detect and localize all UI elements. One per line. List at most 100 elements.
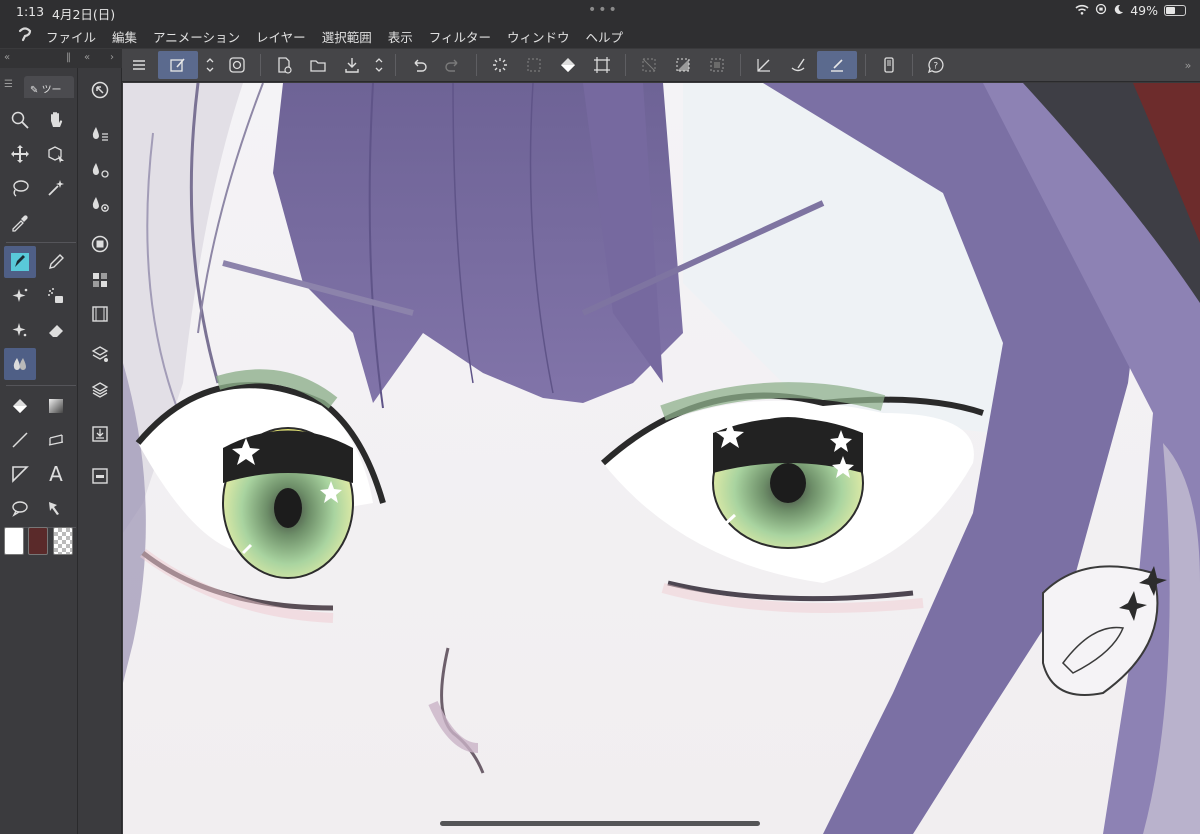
balloon-tail-icon[interactable] [4,458,36,490]
sub-color-swatch[interactable] [28,527,48,555]
menu-file[interactable]: ファイル [46,27,96,46]
zoom-tool-icon[interactable] [4,104,36,136]
tool-palette-tab-row: ☰ ✎ ツー [0,76,78,98]
status-time: 1:13 [16,4,45,19]
transform-icon[interactable] [587,51,617,79]
open-folder-icon[interactable] [303,51,333,79]
layers-icon[interactable] [86,376,114,404]
gradient-tool-icon[interactable] [40,390,72,422]
menu-filter[interactable]: フィルター [429,27,491,46]
brush-stroke-icon[interactable] [783,51,813,79]
palette-dock [78,68,122,834]
multitasking-dots[interactable]: ••• [588,2,619,18]
select-all-icon[interactable] [702,51,732,79]
airbrush-icon[interactable] [40,280,72,312]
item-bank-icon[interactable] [86,462,114,490]
layer-property-icon[interactable] [86,340,114,368]
tool-palette-tab[interactable]: ✎ ツー [24,76,74,98]
material-download-icon[interactable] [86,420,114,448]
eyedropper-icon[interactable] [4,206,36,238]
color-circle-icon[interactable] [86,230,114,258]
magic-wand-icon[interactable] [40,172,72,204]
color-set-icon[interactable] [86,266,114,294]
toolbar-divider [260,54,261,76]
clip-studio-icon[interactable] [222,51,252,79]
expand-right-icon[interactable]: » [1178,51,1198,79]
tool-divider [6,385,76,386]
battery-icon [1164,5,1186,16]
menu-help[interactable]: ヘルプ [586,27,624,46]
battery-percent: 49% [1130,3,1158,18]
grid-select-icon[interactable] [519,51,549,79]
fill-tool-icon[interactable] [4,390,36,422]
animation-timeline-icon[interactable] [86,300,114,328]
home-indicator[interactable] [440,821,760,826]
pen-tool-icon[interactable] [4,246,36,278]
eraser-tool-icon[interactable] [40,314,72,346]
loading-spinner-icon[interactable] [485,51,515,79]
menu-bar: ファイル 編集 アニメーション レイヤー 選択範囲 表示 フィルター ウィンドウ… [0,24,1200,48]
battery-fill [1166,7,1175,14]
toolbar-divider [865,54,866,76]
palette-grip-icon[interactable]: ‖ [66,52,71,63]
new-file-icon[interactable] [269,51,299,79]
menu-edit[interactable]: 編集 [112,27,137,46]
brush-size-icon[interactable] [86,120,114,148]
clear-selection-icon[interactable] [634,51,664,79]
palette-menu-icon[interactable]: ☰ [4,79,13,90]
undo-icon[interactable] [404,51,434,79]
menu-layer[interactable]: レイヤー [256,27,306,46]
menu-view[interactable]: 表示 [388,27,413,46]
frame-border-icon[interactable] [40,424,72,456]
toolbar-divider [625,54,626,76]
save-icon[interactable] [337,51,367,79]
drawing-canvas[interactable] [123,83,1200,834]
status-right: 49% [1075,3,1186,18]
text-tool-icon[interactable]: A [40,458,72,490]
correct-line-icon[interactable] [40,492,72,524]
clip-studio-logo-icon[interactable] [0,25,46,47]
speech-balloon-icon[interactable] [4,492,36,524]
chevron-updown-icon[interactable] [202,51,218,79]
chevron-updown-icon[interactable] [371,51,387,79]
fill-bucket-icon[interactable] [553,51,583,79]
tool-property-icon[interactable] [86,156,114,184]
lasso-select-icon[interactable] [4,172,36,204]
toolbar-divider [912,54,913,76]
help-icon[interactable]: ? [921,51,951,79]
main-color-swatch[interactable] [4,527,24,555]
menu-window[interactable]: ウィンドウ [507,27,570,46]
smartphone-icon[interactable] [874,51,904,79]
toolbar-divider [476,54,477,76]
wifi-icon [1075,3,1089,18]
invert-selection-icon[interactable] [668,51,698,79]
svg-text:?: ? [933,62,938,72]
collapse-left-icon-2[interactable]: « [84,52,90,63]
tool-palette: ☰ ✎ ツー A [0,68,78,834]
navigator-icon[interactable] [86,76,114,104]
menu-hamburger-icon[interactable] [124,51,154,79]
command-bar: ? » [122,49,1200,82]
decoration-brush-icon[interactable] [4,314,36,346]
edit-mode-button[interactable] [158,51,198,79]
ruler-snap-icon[interactable] [749,51,779,79]
pencil-tool-icon[interactable] [40,246,72,278]
blend-tool-icon[interactable] [4,348,36,380]
collapse-left-icon[interactable]: « [4,52,10,63]
expand-right-icon[interactable]: › [110,52,114,63]
object-select-icon[interactable] [40,138,72,170]
menu-animation[interactable]: アニメーション [153,27,240,46]
sparkle-brush-icon[interactable] [4,280,36,312]
status-bar: 1:13 4月2日(日) ••• 49% [0,0,1200,24]
transparent-color-swatch[interactable] [53,527,73,555]
stabilization-pen-button[interactable] [817,51,857,79]
hand-tool-icon[interactable] [40,104,72,136]
redo-icon[interactable] [438,51,468,79]
sub-tool-detail-icon[interactable] [86,190,114,218]
orientation-lock-icon [1095,3,1107,18]
menu-selection[interactable]: 選択範囲 [322,27,372,46]
line-tool-icon[interactable] [4,424,36,456]
toolbar-divider [740,54,741,76]
tool-tab-label: ツー [41,85,62,96]
move-tool-icon[interactable] [4,138,36,170]
